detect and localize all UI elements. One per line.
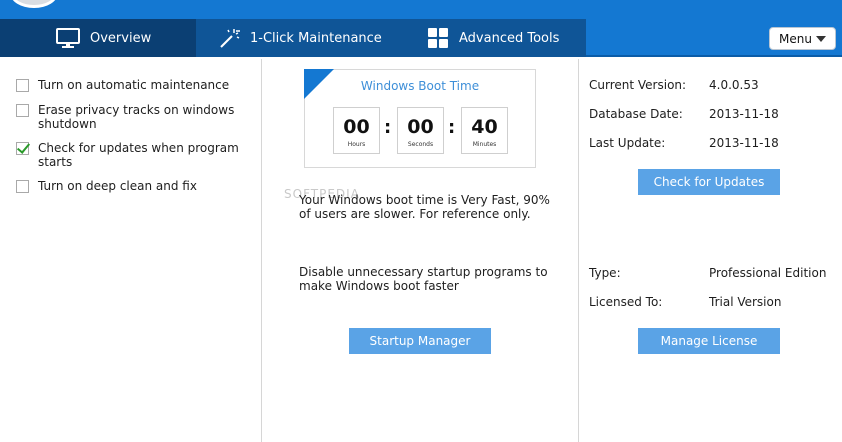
seconds-value: 00 [407, 116, 434, 138]
time-separator: : [448, 117, 456, 138]
minutes-label: Minutes [472, 141, 497, 148]
seconds-box: 00 Seconds [397, 107, 444, 154]
checkbox[interactable] [16, 104, 29, 117]
boot-time-message: Your Windows boot time is Very Fast, 90%… [299, 193, 550, 221]
option-label: Erase privacy tracks on windows shutdown [38, 103, 235, 131]
tab-label: Advanced Tools [459, 30, 560, 46]
checkbox-checked[interactable] [16, 142, 29, 155]
magic-wand-icon [218, 27, 240, 49]
monitor-icon [56, 28, 80, 48]
tab-label: Overview [90, 30, 152, 46]
last-update-value: 2013-11-18 [709, 136, 779, 150]
hours-value: 00 [343, 116, 370, 138]
version-info-panel: Current Version: 4.0.0.53 Database Date:… [579, 59, 842, 442]
boot-time-panel: Windows Boot Time 00 Hours : 00 Seconds … [262, 59, 579, 442]
grid-icon [427, 27, 449, 49]
tab-overview[interactable]: Overview [0, 19, 196, 57]
boot-time-card: Windows Boot Time 00 Hours : 00 Seconds … [304, 69, 536, 168]
seconds-label: Seconds [407, 141, 434, 148]
option-erase-privacy-tracks[interactable]: Erase privacy tracks on windows shutdown [16, 103, 248, 131]
option-label: Check for updates when program starts [38, 141, 239, 169]
tab-strip: Overview 1-Click Maintenance Advanced To… [0, 19, 842, 57]
database-date-value: 2013-11-18 [709, 107, 779, 121]
checkbox[interactable] [16, 79, 29, 92]
chevron-down-icon [816, 36, 826, 42]
menu-label: Menu [779, 31, 812, 46]
minutes-value: 40 [471, 116, 498, 138]
maintenance-options-panel: Turn on automatic maintenance Erase priv… [0, 59, 262, 442]
startup-tip: Disable unnecessary startup programs to … [299, 265, 548, 293]
current-version-value: 4.0.0.53 [709, 78, 759, 92]
option-label: Turn on deep clean and fix [38, 179, 197, 193]
option-check-for-updates[interactable]: Check for updates when program starts [16, 141, 248, 169]
licensed-to-value: Trial Version [709, 295, 782, 309]
title-bar [0, 0, 842, 19]
licensed-to-label: Licensed To: [589, 295, 663, 309]
type-label: Type: [589, 266, 621, 280]
manage-license-button[interactable]: Manage License [638, 328, 780, 354]
menu-button[interactable]: Menu [769, 27, 836, 50]
hours-box: 00 Hours [333, 107, 380, 154]
minutes-box: 40 Minutes [461, 107, 508, 154]
option-label: Turn on automatic maintenance [38, 78, 230, 92]
option-deep-clean[interactable]: Turn on deep clean and fix [16, 179, 248, 193]
boot-time-title: Windows Boot Time [360, 79, 480, 93]
tab-label: 1-Click Maintenance [250, 30, 382, 46]
app-logo [10, 0, 58, 8]
current-version-label: Current Version: [589, 78, 687, 92]
check-for-updates-button[interactable]: Check for Updates [638, 169, 780, 195]
type-value: Professional Edition [709, 266, 827, 280]
time-separator: : [384, 117, 392, 138]
startup-manager-button[interactable]: Startup Manager [349, 328, 491, 354]
tab-1-click-maintenance[interactable]: 1-Click Maintenance [196, 19, 390, 57]
tab-advanced-tools[interactable]: Advanced Tools [390, 19, 586, 57]
last-update-label: Last Update: [589, 136, 666, 150]
checkbox[interactable] [16, 180, 29, 193]
hours-label: Hours [347, 141, 366, 148]
option-automatic-maintenance[interactable]: Turn on automatic maintenance [16, 78, 248, 92]
database-date-label: Database Date: [589, 107, 683, 121]
